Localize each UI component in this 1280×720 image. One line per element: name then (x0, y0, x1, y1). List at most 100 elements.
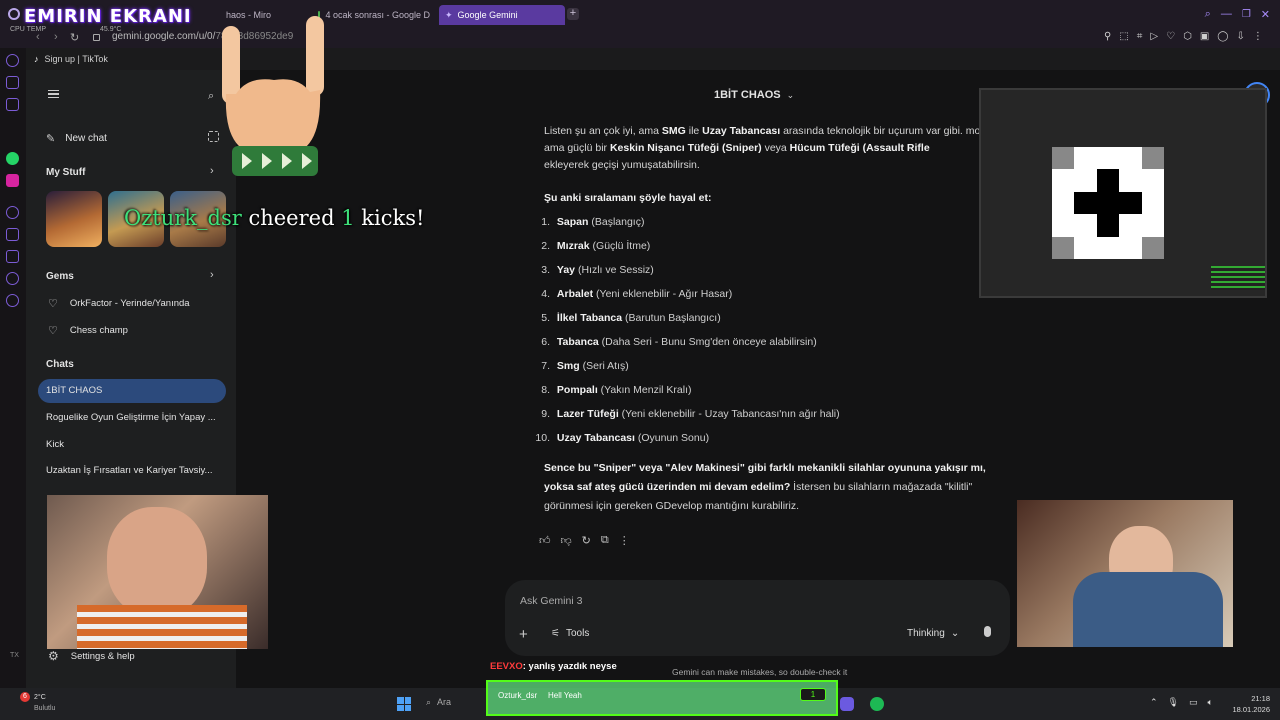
pin-icon[interactable]: ⚲ (1104, 31, 1111, 42)
weather-widget[interactable]: 6 2°C Bulutlu (12, 692, 72, 716)
tools-label: Tools (565, 628, 590, 639)
chevron-down-icon: ⌄ (786, 89, 795, 100)
tray-mic-icon[interactable]: 🎙︎ (1168, 697, 1179, 708)
tray-chevron-icon[interactable]: ⌃ (1150, 697, 1158, 708)
app-icon-kick[interactable] (840, 697, 854, 711)
tab-google-gemini[interactable]: ✦ Google Gemini (439, 5, 565, 25)
menu-icon[interactable]: ⋮ (1253, 31, 1263, 42)
taskbar-search[interactable]: ⌕ Ara (426, 697, 451, 708)
gem-heart-icon: ♡ (48, 325, 58, 337)
chat-item-active[interactable]: 1BİT CHAOS (38, 379, 226, 403)
list-item: 3. Yay (Hızlı ve Sessiz) (541, 264, 654, 276)
toolbar-icons: ⚲ ⬚ ⌗ ▷ ♡ ⬡ ▣ ◯ ⇩ ⋮ (1104, 31, 1263, 42)
settings-help-button[interactable]: ⚙ Settings & help (48, 649, 135, 663)
add-icon[interactable]: + (519, 626, 528, 643)
my-stuff-thumb-1[interactable] (46, 191, 102, 247)
taskbar-search-label: Ara (437, 697, 452, 707)
disclaimer: Gemini can make mistakes, so double-chec… (672, 667, 848, 677)
minimize-icon[interactable]: — (1221, 8, 1232, 20)
bookmark-bar: ♪ Sign up | TikTok (0, 48, 1280, 70)
player-icon[interactable] (6, 206, 19, 219)
bookmark-tiktok[interactable]: Sign up | TikTok (45, 54, 108, 64)
stream-title: EMIRIN EKRANI (24, 6, 192, 27)
more-options-icon[interactable]: ⋮ (619, 534, 630, 547)
gems-title[interactable]: Gems (46, 271, 74, 282)
new-tab-button[interactable]: + (567, 8, 579, 20)
box-icon[interactable]: ▣ (1200, 31, 1209, 42)
gems-chevron-icon[interactable]: › (210, 269, 214, 281)
chat-item[interactable]: Roguelike Oyun Geliştirme İçin Yapay ... (46, 412, 224, 423)
regenerate-icon[interactable]: ↻ (582, 534, 591, 547)
response-outro: Sence bu "Sniper" veya "Alev Makinesi" g… (544, 462, 986, 512)
snapshot-icon[interactable]: ⬚ (1119, 31, 1128, 42)
news-icon[interactable] (6, 98, 19, 111)
account-icon[interactable]: ◯ (1217, 31, 1228, 42)
settings-label: Settings & help (70, 650, 135, 662)
gem-item[interactable]: ♡ Chess champ (48, 324, 128, 337)
reload-icon[interactable]: ↻ (70, 31, 79, 44)
back-icon[interactable]: ‹ (36, 31, 40, 43)
tray-volume-icon[interactable]: 🔈︎ (1208, 697, 1213, 708)
conversation-title[interactable]: 1BİT CHAOS ⌄ (714, 89, 794, 101)
chat-item[interactable]: Uzaktan İş Fırsatları ve Kariyer Tavsiy.… (46, 465, 224, 476)
clock-time: 21:18 (1251, 694, 1270, 703)
list-item: 9. Lazer Tüfeği (Yeni eklenebilir - Uzay… (541, 408, 840, 420)
chat-message: EEVXO: yanlış yazdık neyse (490, 661, 617, 672)
url-text: gemini.google.com/u/0/ (112, 31, 216, 42)
response-actions: 👍︎ 👎︎ ↻ ⧉ ⋮ (539, 534, 630, 547)
mode-selector[interactable]: Thinking ⌄ (907, 628, 959, 639)
settings-gear-icon[interactable] (6, 294, 19, 307)
search-icon: ⌕ (426, 697, 432, 707)
extensions-icon[interactable]: ⬡ (1183, 31, 1192, 42)
play-icon[interactable]: ▷ (1150, 31, 1158, 42)
microphone-icon[interactable] (984, 626, 991, 637)
my-stuff-title[interactable]: My Stuff (46, 167, 85, 178)
search-tabs-icon[interactable]: ⌕ (1205, 8, 1211, 21)
window-controls: ⌕ — ❐ ✕ (1200, 6, 1276, 22)
app-icon-spotify[interactable] (870, 697, 884, 711)
kick-banner: Ozturk_dsr Hell Yeah 1 (486, 680, 838, 716)
clock[interactable]: 21:18 18.01.2026 (1226, 693, 1270, 715)
thumbs-down-icon[interactable]: 👎︎ (561, 534, 572, 547)
list-item: 7. Smg (Seri Atış) (541, 360, 629, 372)
banner-count: 1 (800, 688, 826, 701)
flow-icon[interactable] (6, 76, 19, 89)
instagram-icon[interactable] (6, 174, 19, 187)
close-icon[interactable]: ✕ (1261, 8, 1270, 21)
mode-label: Thinking (907, 628, 945, 639)
whatsapp-icon[interactable] (6, 152, 19, 165)
download-icon[interactable]: ⇩ (1236, 31, 1244, 42)
pinboard-icon[interactable] (6, 228, 19, 241)
tiktok-icon: ♪ (34, 54, 39, 64)
tray-icons: ⌃ 🎙︎ ▭ 🔈︎ (1150, 697, 1213, 708)
tabs-icon[interactable] (6, 250, 19, 263)
chats-title: Chats (46, 359, 74, 370)
hamburger-menu-icon[interactable] (48, 90, 59, 98)
prompt-input[interactable]: Ask Gemini 3 (520, 595, 990, 607)
chat-item[interactable]: Kick (46, 439, 64, 450)
start-icon[interactable] (397, 697, 411, 711)
thumbs-up-icon[interactable]: 👍︎ (539, 534, 551, 547)
settings-icon: ⚙ (48, 649, 59, 663)
pixel-cross-logo (1052, 147, 1164, 259)
heart-icon[interactable]: ♡ (1166, 31, 1175, 42)
gem-item[interactable]: ♡ OrkFactor - Yerinde/Yanında (48, 297, 190, 310)
gem-heart-icon: ♡ (48, 298, 58, 310)
copy-icon[interactable]: ⧉ (601, 534, 609, 547)
conversation-title-text: 1BİT CHAOS (714, 89, 781, 101)
crop-icon[interactable]: ⌗ (1137, 31, 1143, 42)
opera-logo-icon[interactable] (8, 8, 20, 20)
tray-network-icon[interactable]: ▭ (1189, 697, 1198, 708)
tools-button[interactable]: ⚟ Tools (551, 628, 589, 639)
forward-icon[interactable]: › (54, 31, 58, 43)
tx-label: TX (10, 652, 19, 659)
notification-badge: 6 (20, 692, 30, 702)
tab-google-docs[interactable]: 4 ocak sonrası - Google D (312, 5, 436, 25)
maximize-icon[interactable]: ❐ (1242, 9, 1251, 20)
webcam-right (1017, 500, 1233, 647)
new-chat-button[interactable]: ✎ New chat (46, 130, 176, 146)
tab-label: 4 ocak sonrası - Google D (325, 10, 430, 20)
aria-icon[interactable] (6, 54, 19, 67)
history-icon[interactable] (6, 272, 19, 285)
list-item: 8. Pompalı (Yakın Menzil Kralı) (541, 384, 692, 396)
